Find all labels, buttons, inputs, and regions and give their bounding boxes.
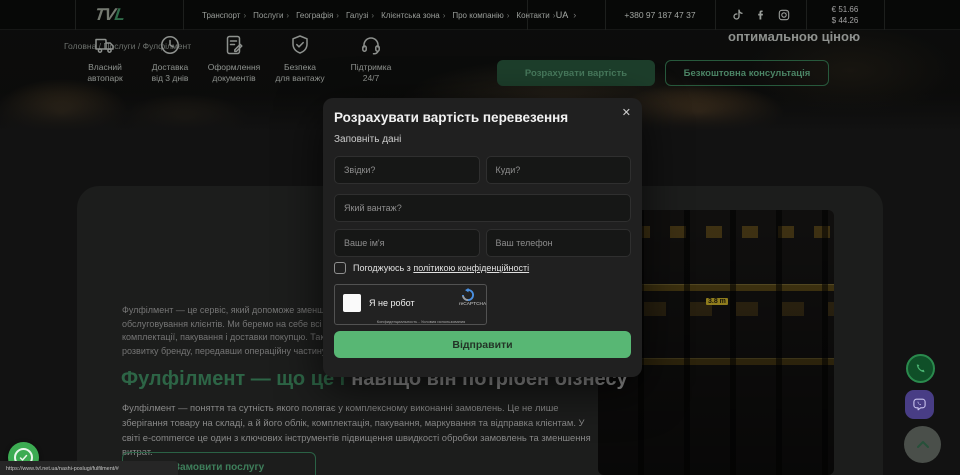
cargo-input[interactable] [334, 194, 631, 222]
recaptcha-logo-icon [461, 288, 475, 302]
chevron-icon: › [286, 11, 289, 20]
language-selector[interactable]: UA› [527, 0, 605, 30]
consent-text: Погоджуюсь з [353, 263, 411, 273]
nav-item-geography[interactable]: Географія› [296, 11, 339, 20]
feature-own-fleet: Власний автопарк [74, 33, 136, 83]
chevron-icon: › [371, 11, 374, 20]
close-icon[interactable]: ✕ [622, 106, 631, 119]
social-links [715, 0, 806, 30]
chevron-icon: › [243, 11, 246, 20]
viber-button[interactable] [905, 390, 934, 419]
chevron-icon: › [573, 10, 576, 20]
chevron-icon: › [443, 11, 446, 20]
headset-icon [359, 33, 383, 57]
article-intro-paragraph: Фулфілмент — це сервіс, який допоможе зм… [122, 304, 328, 358]
chevron-icon: › [507, 11, 510, 20]
facebook-icon[interactable] [755, 9, 767, 21]
free-consultation-button[interactable]: Безкоштовна консультація [665, 60, 829, 86]
main-nav: Транспорт› Послуги› Географія› Галузі› К… [202, 0, 555, 30]
to-input[interactable] [486, 156, 632, 184]
whatsapp-icon [914, 362, 927, 375]
document-edit-icon [222, 33, 246, 57]
height-sign-label: 3.8 m [706, 298, 728, 305]
submit-button[interactable]: Відправити [334, 331, 631, 358]
consent-row: Погоджуюсь з політикою конфіденційності [334, 262, 529, 274]
nav-item-client-zone[interactable]: Клієнтська зона› [381, 11, 445, 20]
features-row: Власний автопарк Доставка від 3 днів Офо… [74, 33, 406, 83]
form-row-contact [334, 229, 631, 257]
divider [75, 0, 76, 30]
recaptcha-terms[interactable]: Конфиденциальность - Условия использован… [377, 320, 461, 325]
rate-usd: $ 44.26 [832, 15, 859, 27]
status-bar-url: https://www.tvl.net.ua/nashi-poslugi/ful… [0, 461, 178, 475]
chevron-icon: › [336, 11, 339, 20]
modal-title: Розрахувати вартість перевезення [334, 110, 568, 125]
name-input[interactable] [334, 229, 480, 257]
scroll-to-top-button[interactable] [904, 426, 941, 463]
calculate-cost-button[interactable]: Розрахувати вартість [497, 60, 655, 86]
truck-icon [93, 33, 117, 57]
rate-eur: € 51.66 [832, 4, 859, 16]
logo-text-accent: L [113, 5, 125, 24]
whatsapp-button[interactable] [906, 354, 935, 383]
header-phone-link[interactable]: +380 97 187 47 37 [605, 0, 715, 30]
nav-item-transport[interactable]: Транспорт› [202, 11, 246, 20]
form-row-cargo [334, 194, 631, 222]
feature-support-24-7: Підтримка 24/7 [336, 33, 406, 83]
modal-subtitle: Заповніть дані [334, 134, 401, 145]
feature-cargo-safety: Безпека для вантажу [266, 33, 334, 83]
tvl-logo[interactable]: TVL [94, 5, 126, 25]
viber-icon [912, 397, 927, 412]
clock-icon [158, 33, 182, 57]
divider [884, 0, 885, 30]
privacy-policy-link[interactable]: політикою конфіденційності [413, 263, 529, 273]
page: TVL Транспорт› Послуги› Географія› Галуз… [0, 0, 960, 475]
nav-item-services[interactable]: Послуги› [253, 11, 289, 20]
feature-delivery-3-days: Доставка від 3 днів [138, 33, 202, 83]
instagram-icon[interactable] [778, 9, 790, 21]
calculate-cost-modal: ✕ Розрахувати вартість перевезення Запов… [323, 98, 642, 377]
recaptcha-checkbox[interactable] [343, 294, 361, 312]
phone-input[interactable] [486, 229, 632, 257]
shield-check-icon [288, 33, 312, 57]
recaptcha-label: Я не робот [369, 298, 415, 308]
recaptcha-logo: reCAPTCHA [453, 288, 483, 310]
from-input[interactable] [334, 156, 480, 184]
hero-heading-line: оптимальною ціною [728, 29, 860, 44]
consent-checkbox[interactable] [334, 262, 346, 274]
tiktok-icon[interactable] [732, 9, 744, 21]
top-bar: TVL Транспорт› Послуги› Географія› Галуз… [0, 0, 960, 30]
chevron-up-icon [916, 440, 930, 449]
form-row-route [334, 156, 631, 184]
exchange-rates: € 51.66 $ 44.26 [806, 0, 884, 30]
recaptcha-widget: Я не робот reCAPTCHA Конфиденциальность … [334, 284, 487, 325]
nav-item-industries[interactable]: Галузі› [346, 11, 374, 20]
nav-item-about[interactable]: Про компанію› [452, 11, 509, 20]
divider [183, 0, 184, 30]
heading-accent: Фулфілмент — що це і [121, 368, 345, 390]
feature-documents: Оформлення документів [204, 33, 264, 83]
